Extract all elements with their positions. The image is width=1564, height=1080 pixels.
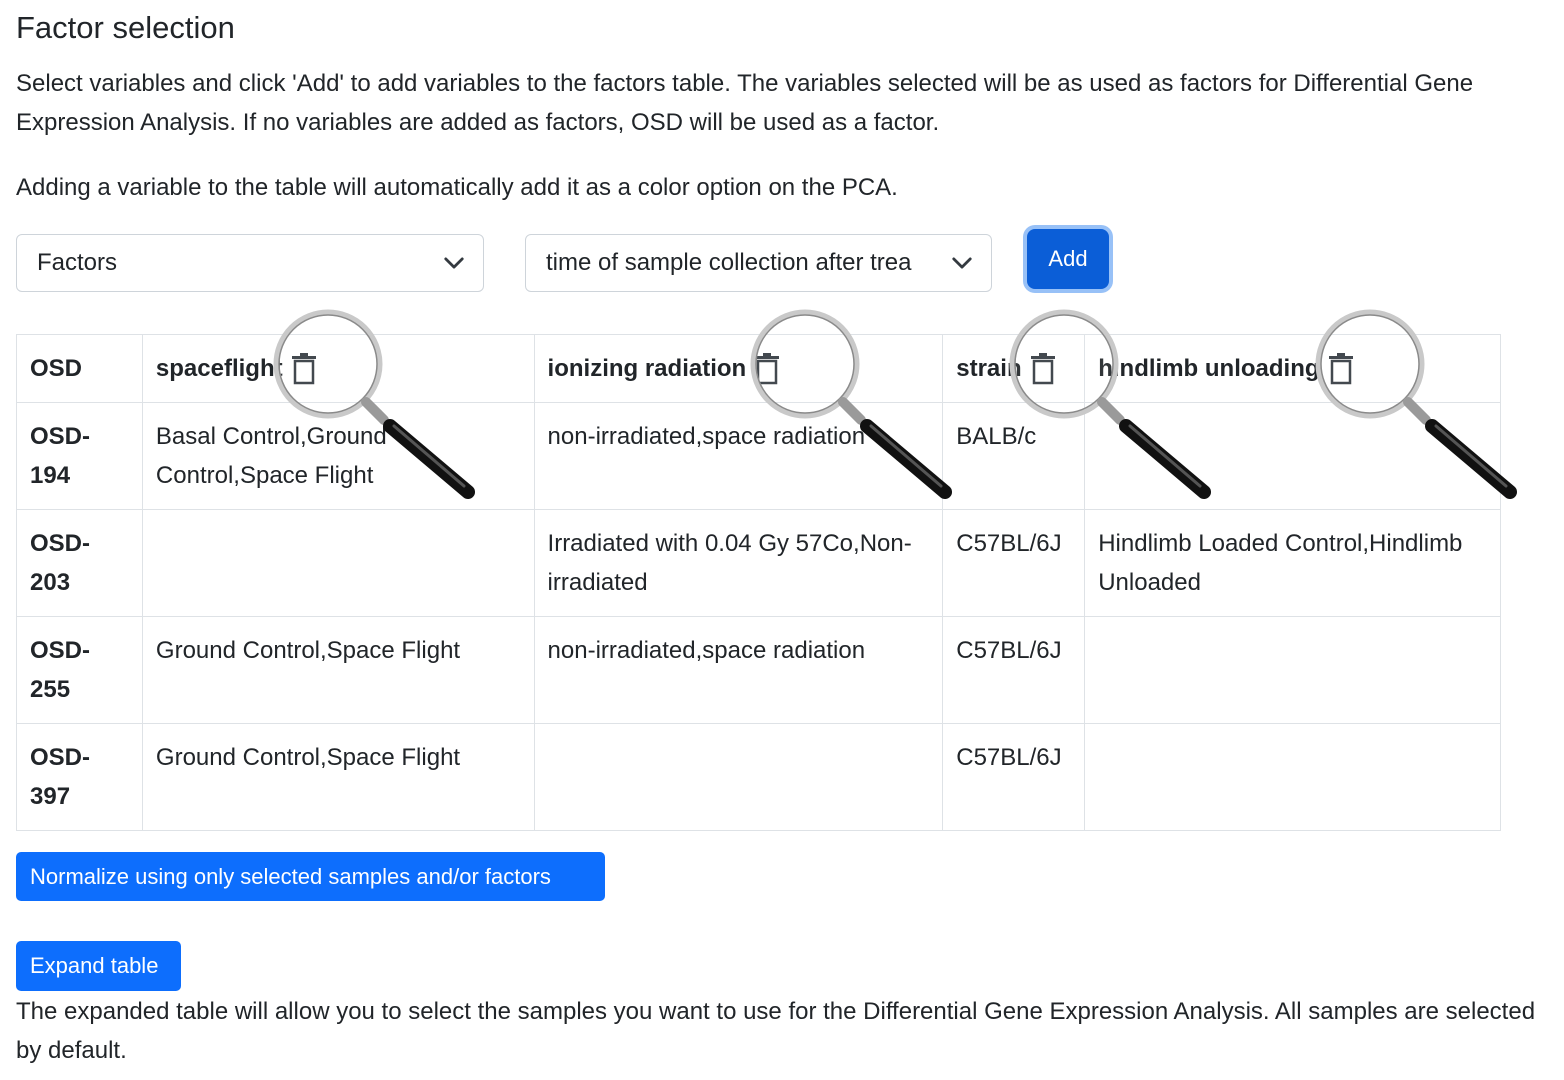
section-description: Select variables and click 'Add' to add … <box>16 70 1474 136</box>
column-header-osd: OSD <box>16 334 143 403</box>
spaceflight-cell: Ground Control,Space Flight <box>141 723 535 831</box>
variable-select[interactable]: time of sample collection after trea <box>525 234 992 292</box>
spaceflight-cell <box>141 509 535 617</box>
column-header-ionizing-radiation: ionizing radiation <box>533 334 944 403</box>
column-header-label: hindlimb unloading <box>1098 355 1320 382</box>
trash-icon[interactable] <box>754 352 780 385</box>
ionizing-radiation-cell: non-irradiated,space radiation <box>533 402 944 510</box>
osd-cell: OSD-255 <box>16 616 143 724</box>
osd-cell: OSD-203 <box>16 509 143 617</box>
column-header-label: strain <box>956 355 1022 382</box>
strain-cell: C57BL/6J <box>942 723 1086 831</box>
ionizing-radiation-cell: Irradiated with 0.04 Gy 57Co,Non-irradia… <box>533 509 944 617</box>
osd-cell: OSD-397 <box>16 723 143 831</box>
category-select[interactable]: Factors <box>16 234 484 292</box>
column-header-label: spaceflight <box>155 355 283 382</box>
strain-cell: BALB/c <box>942 402 1086 510</box>
osd-cell: OSD-194 <box>16 402 143 510</box>
column-header-hindlimb-unloading: hindlimb unloading <box>1084 334 1501 403</box>
table-row: OSD-194 Basal Control,Ground Control,Spa… <box>16 402 1501 510</box>
table-row: OSD-255 Ground Control,Space Flight non-… <box>16 616 1501 724</box>
hindlimb-unloading-cell <box>1084 723 1501 831</box>
column-header-label: ionizing radiation <box>547 355 747 382</box>
category-select-value: Factors <box>37 249 118 276</box>
expand-note: The expanded table will allow you to sel… <box>16 998 1536 1064</box>
strain-cell: C57BL/6J <box>942 509 1086 617</box>
add-button[interactable]: Add <box>1027 229 1109 289</box>
spaceflight-cell: Basal Control,Ground Control,Space Fligh… <box>141 402 535 510</box>
trash-icon[interactable] <box>1328 352 1354 385</box>
column-header-label: OSD <box>30 355 83 382</box>
section-title: Factor selection <box>16 10 235 45</box>
hindlimb-unloading-cell <box>1084 616 1501 724</box>
normalize-button[interactable]: Normalize using only selected samples an… <box>16 852 605 901</box>
chevron-down-icon <box>952 257 972 269</box>
column-header-spaceflight: spaceflight <box>141 334 535 403</box>
table-row: OSD-203 Irradiated with 0.04 Gy 57Co,Non… <box>16 509 1501 617</box>
expand-table-button[interactable]: Expand table <box>16 941 181 991</box>
column-header-strain: strain <box>942 334 1086 403</box>
pca-note: Adding a variable to the table will auto… <box>16 174 898 201</box>
ionizing-radiation-cell: non-irradiated,space radiation <box>533 616 944 724</box>
table-header-row: OSD spaceflight ionizing radiation strai… <box>16 334 1501 403</box>
hindlimb-unloading-cell <box>1084 402 1501 510</box>
chevron-down-icon <box>444 257 464 269</box>
hindlimb-unloading-cell: Hindlimb Loaded Control,Hindlimb Unloade… <box>1084 509 1501 617</box>
ionizing-radiation-cell <box>533 723 944 831</box>
strain-cell: C57BL/6J <box>942 616 1086 724</box>
table-row: OSD-397 Ground Control,Space Flight C57B… <box>16 723 1501 831</box>
trash-icon[interactable] <box>1030 352 1056 385</box>
spaceflight-cell: Ground Control,Space Flight <box>141 616 535 724</box>
trash-icon[interactable] <box>291 352 317 385</box>
factors-table: OSD spaceflight ionizing radiation strai… <box>16 334 1501 831</box>
variable-select-value: time of sample collection after trea <box>546 249 912 276</box>
